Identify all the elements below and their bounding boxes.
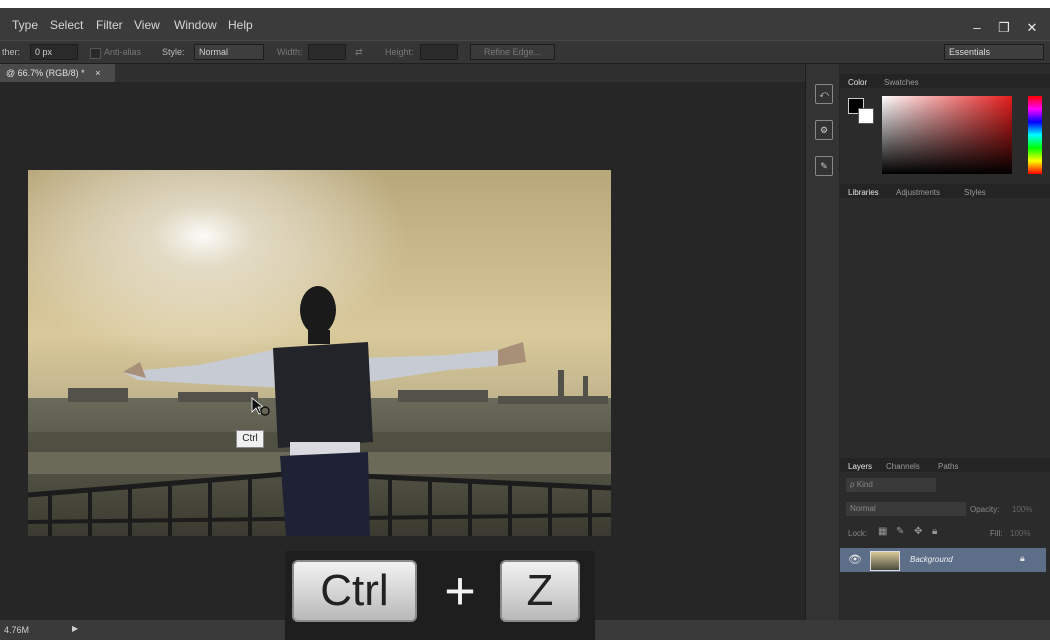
tab-color[interactable]: Color [848, 78, 867, 87]
document-tab-label: @ 66.7% (RGB/8) * [6, 68, 85, 78]
opacity-label: Opacity: [970, 505, 1000, 514]
fill-value[interactable]: 100% [1010, 529, 1030, 538]
visibility-eye-icon[interactable]: 👁︎ [848, 553, 862, 566]
lock-brush-icon[interactable]: ✎ [896, 526, 904, 537]
close-button[interactable]: ✕ [1020, 19, 1044, 37]
width-input[interactable] [308, 44, 346, 60]
workspace-select[interactable]: Essentials [944, 44, 1044, 60]
properties-icon[interactable]: ⚙ [815, 120, 833, 140]
z-key: Z [500, 560, 580, 622]
antialias-checkbox[interactable] [90, 48, 101, 59]
right-panels: Color Swatches Libraries Adjustments Sty… [840, 64, 1050, 634]
feather-label: ther: [2, 47, 21, 57]
plus-sign: + [444, 561, 476, 621]
tab-adjustments[interactable]: Adjustments [896, 188, 940, 197]
menu-bar: Type Select Filter View Window Help – ❐ … [0, 0, 1050, 40]
refine-edge-button[interactable]: Refine Edge... [470, 44, 555, 60]
lock-pixels-icon[interactable]: ▦ [878, 526, 887, 537]
swap-icon[interactable]: ⇄ [355, 47, 363, 58]
color-panel-tabs [840, 74, 1050, 88]
menu-filter[interactable]: Filter [96, 18, 123, 32]
document-image[interactable] [28, 170, 611, 536]
layer-lock-icon: 🔒︎ [1020, 553, 1025, 563]
ctrl-tooltip: Ctrl [236, 430, 264, 448]
style-select[interactable]: Normal [194, 44, 264, 60]
move-cursor-icon [251, 397, 270, 416]
tab-layers[interactable]: Layers [848, 462, 872, 471]
menu-help[interactable]: Help [228, 18, 253, 32]
height-input[interactable] [420, 44, 458, 60]
feather-input[interactable]: 0 px [30, 44, 78, 60]
blend-mode-select[interactable]: Normal [846, 502, 966, 516]
tab-styles[interactable]: Styles [964, 188, 986, 197]
menu-view[interactable]: View [134, 18, 160, 32]
lock-label: Lock: [848, 529, 868, 538]
restore-button[interactable]: ❐ [992, 19, 1016, 37]
menu-type[interactable]: Type [12, 18, 38, 32]
menu-select[interactable]: Select [50, 18, 83, 32]
history-icon[interactable]: ⤺ [815, 84, 833, 104]
menu-window[interactable]: Window [174, 18, 217, 32]
lock-position-icon[interactable]: ✥ [914, 526, 922, 537]
layer-thumbnail [870, 551, 900, 571]
fill-label: Fill: [990, 529, 1003, 538]
height-label: Height: [385, 47, 414, 57]
color-picker-field[interactable] [882, 96, 1012, 174]
document-tab[interactable]: @ 66.7% (RGB/8) * × [0, 64, 115, 82]
lock-all-icon[interactable]: 🔒︎ [932, 526, 937, 537]
width-label: Width: [277, 47, 303, 57]
doc-size: 4.76M [4, 625, 30, 635]
tab-libraries[interactable]: Libraries [848, 188, 879, 197]
hue-slider[interactable] [1028, 96, 1042, 174]
tab-close-icon[interactable]: × [95, 68, 100, 78]
layer-kind-filter[interactable]: ρ Kind [846, 478, 936, 492]
tab-channels[interactable]: Channels [886, 462, 920, 471]
options-bar: ther: 0 px Anti-alias Style: Normal Widt… [0, 40, 1050, 64]
tab-paths[interactable]: Paths [938, 462, 958, 471]
status-arrow-icon[interactable]: ▶ [72, 624, 78, 633]
minimize-button[interactable]: – [965, 19, 989, 37]
background-color-swatch[interactable] [858, 108, 874, 124]
ctrl-key: Ctrl [292, 560, 417, 622]
antialias-label: Anti-alias [104, 47, 142, 57]
layer-row-background[interactable]: 👁︎ Background 🔒︎ [840, 548, 1046, 572]
brush-presets-icon[interactable]: ✎ [815, 156, 833, 176]
opacity-value[interactable]: 100% [1012, 505, 1032, 514]
panel-icon-strip: ⤺ ⚙ ✎ [805, 64, 839, 620]
layer-name[interactable]: Background [910, 555, 953, 564]
style-label: Style: [162, 47, 185, 57]
tab-bar [0, 64, 805, 82]
tab-swatches[interactable]: Swatches [884, 78, 919, 87]
